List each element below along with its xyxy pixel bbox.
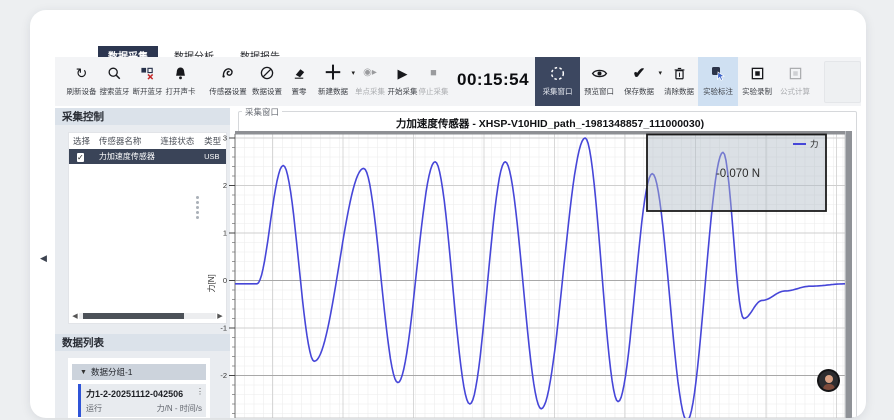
disconnect-bluetooth-button[interactable]: 断开蓝牙 xyxy=(131,57,164,106)
stop-collect-button[interactable]: ■ 停止采集 xyxy=(418,57,449,106)
plus-icon: ＋ xyxy=(323,62,342,84)
refresh-icon: ↻ xyxy=(76,62,88,84)
clear-data-button[interactable]: 清除数据 xyxy=(660,57,698,106)
circle-slash-icon xyxy=(259,62,275,84)
eraser-icon xyxy=(292,62,307,84)
col-status: 连接状态 xyxy=(160,135,204,147)
check-icon: ✔ xyxy=(633,62,646,84)
data-settings-button[interactable]: 数据设置 xyxy=(249,57,285,106)
sensor-icon xyxy=(220,62,236,84)
search-bluetooth-button[interactable]: 搜索蓝牙 xyxy=(98,57,131,106)
data-item[interactable]: 力1-2-20251112-042506 ⋮ 运行 力/N - 时间/s xyxy=(78,384,206,417)
data-item-title: 力1-2-20251112-042506 xyxy=(86,387,202,400)
collect-control-header: 采集控制 xyxy=(55,108,230,125)
formula-icon xyxy=(788,62,803,84)
svg-text:1: 1 xyxy=(223,229,227,238)
sidebar-splitter-handle[interactable] xyxy=(196,196,199,219)
toolbar: ↻ 刷新设备 搜索蓝牙 断开蓝牙 打开声卡 传感器设置 xyxy=(55,57,861,106)
chart-title: 力加速度传感器 - XHSP-V10HID_path_-1981348857_1… xyxy=(260,116,840,131)
app-window: 数据采集 数据分析 数据报告 ↻ 刷新设备 搜索蓝牙 断开蓝牙 打开声卡 xyxy=(30,10,866,418)
user-avatar[interactable] xyxy=(817,369,840,392)
sidebar: 采集控制 选择 传感器名称 连接状态 类型 ✓ 力加速度传感器 USB ◀ ▶ … xyxy=(55,108,230,418)
chart-annotation-box: -0.070 N xyxy=(647,135,826,212)
chart-vscrollbar[interactable] xyxy=(845,131,852,418)
bluetooth-disconnect-icon xyxy=(140,62,155,84)
trash-icon xyxy=(672,62,687,84)
sensor-table: 选择 传感器名称 连接状态 类型 ✓ 力加速度传感器 USB ◀ ▶ xyxy=(68,132,227,324)
new-data-button[interactable]: ＋ ▾ 新建数据 xyxy=(313,57,353,106)
col-select: 选择 xyxy=(73,135,99,147)
data-list-header: 数据列表 xyxy=(55,334,230,351)
data-group-label: 数据分组-1 xyxy=(91,366,133,378)
svg-text:-0.070 N: -0.070 N xyxy=(716,168,760,180)
single-point-icon: ◉▸ xyxy=(363,62,377,84)
record-icon xyxy=(750,62,765,84)
data-list: ▼ 数据分组-1 力1-2-20251112-042506 ⋮ 运行 力/N -… xyxy=(68,358,210,418)
save-data-button[interactable]: ✔ ▾ 保存数据 xyxy=(618,57,660,106)
svg-text:3: 3 xyxy=(223,134,227,143)
sensor-table-header: 选择 传感器名称 连接状态 类型 xyxy=(69,133,226,147)
data-item-status: 运行 xyxy=(86,403,102,414)
dashed-circle-icon xyxy=(549,62,566,84)
app-root: 数据采集 数据分析 数据报告 ↻ 刷新设备 搜索蓝牙 断开蓝牙 打开声卡 xyxy=(0,0,894,420)
formula-calc-button[interactable]: 公式计算 xyxy=(776,57,814,106)
refresh-device-button[interactable]: ↻ 刷新设备 xyxy=(65,57,98,106)
chevron-down-icon[interactable]: ▼ xyxy=(80,369,87,376)
kebab-menu-icon[interactable]: ⋮ xyxy=(196,387,204,396)
chart-plot[interactable]: 3 2 1 0 -1 -2 力[N] -0.070 N 力 xyxy=(205,131,853,418)
collect-window-button[interactable]: 采集窗口 xyxy=(535,57,580,106)
stop-icon: ■ xyxy=(430,62,437,84)
sidebar-collapse-icon[interactable]: ◀ xyxy=(40,253,47,264)
svg-text:2: 2 xyxy=(223,181,227,190)
sensor-name: 力加速度传感器 xyxy=(99,151,161,162)
single-point-collect-button[interactable]: ◉▸ 单点采集 xyxy=(353,57,387,106)
sensor-settings-button[interactable]: 传感器设置 xyxy=(207,57,249,106)
search-icon xyxy=(107,62,122,84)
data-group-row[interactable]: ▼ 数据分组-1 xyxy=(72,364,206,380)
data-item-axes: 力/N - 时间/s xyxy=(157,403,202,414)
sensor-row[interactable]: ✓ 力加速度传感器 USB xyxy=(69,149,226,164)
experiment-record-button[interactable]: 实验录制 xyxy=(738,57,776,106)
svg-text:-2: -2 xyxy=(220,371,227,380)
experiment-annotate-button[interactable]: 实验标注 xyxy=(698,57,738,106)
col-name: 传感器名称 xyxy=(99,135,161,147)
scroll-left-icon[interactable]: ◀ xyxy=(71,312,79,320)
play-icon: ▶ xyxy=(398,62,408,84)
start-collect-button[interactable]: ▶ 开始采集 xyxy=(387,57,418,106)
open-soundcard-button[interactable]: 打开声卡 xyxy=(164,57,197,106)
eye-icon xyxy=(591,62,608,84)
svg-text:力: 力 xyxy=(810,139,819,149)
preview-window-button[interactable]: 预览窗口 xyxy=(580,57,618,106)
sensor-table-hscrollbar[interactable]: ◀ ▶ xyxy=(71,312,224,320)
annotate-icon xyxy=(710,62,726,84)
bell-icon xyxy=(173,62,188,84)
svg-text:力[N]: 力[N] xyxy=(206,274,216,292)
toolbar-empty-panel xyxy=(824,61,861,103)
sensor-checkbox[interactable]: ✓ xyxy=(77,153,84,162)
svg-text:-1: -1 xyxy=(220,324,227,333)
set-zero-button[interactable]: 置零 xyxy=(285,57,313,106)
hscroll-thumb[interactable] xyxy=(83,313,184,319)
svg-text:0: 0 xyxy=(223,276,227,285)
collect-timer: 00:15:54 xyxy=(457,70,529,90)
